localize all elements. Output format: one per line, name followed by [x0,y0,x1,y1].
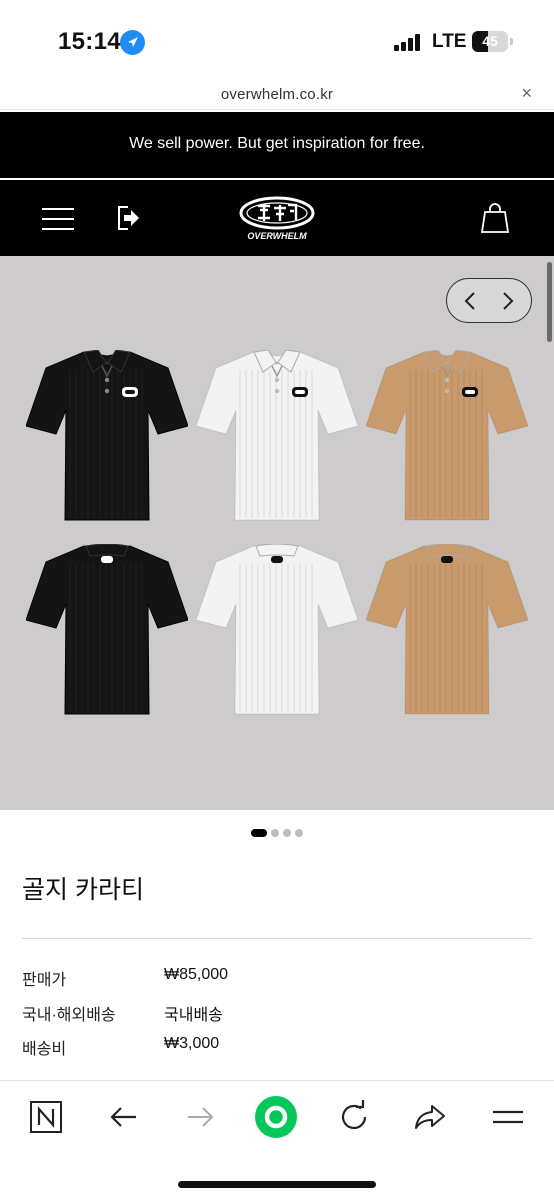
battery-tip [510,38,513,45]
shirt-front-2 [195,349,359,522]
network-type: LTE [432,31,467,52]
shirt-front-1 [25,349,189,522]
status-time: 15:14 [58,28,121,55]
back-arrow-icon[interactable] [104,1097,144,1137]
login-arrow-icon[interactable] [116,204,142,232]
logo-wordmark: OVERWHELM [247,231,307,241]
price-label: 판매가 [22,972,67,989]
location-arrow-icon [120,30,145,55]
menu-icon[interactable] [488,1097,528,1137]
hamburger-menu-icon[interactable] [42,208,74,230]
shipping-fee-label: 배송비 [22,1041,67,1058]
shirt-back-1 [25,543,189,716]
signal-strength-icon [394,33,424,51]
carousel-pagination [0,824,554,837]
info-divider [22,938,532,939]
shirt-back-3 [365,543,529,716]
announcement-bar: We sell power. But get inspiration for f… [0,112,554,178]
shipping-label: 국내·해외배송 [22,1007,116,1024]
battery-icon: 45 [472,31,508,52]
home-indicator [178,1181,376,1188]
price-value: ₩85,000 [164,966,229,983]
product-title: 골지 카라티 [22,876,144,904]
chevron-right-icon[interactable] [495,289,519,313]
shopping-bag-icon[interactable] [480,202,510,234]
status-bar: 15:14 LTE 45 [0,0,554,80]
overwhelm-logo[interactable]: OVERWHELM [236,194,318,242]
shipping-value: 국내배송 [164,1007,223,1024]
site-header: OVERWHELM [0,180,554,256]
product-image-carousel[interactable] [0,256,554,810]
info-row-price: 판매가 ₩85,000 [22,966,532,990]
naver-green-button-icon[interactable] [254,1095,298,1139]
shipping-fee-value: ₩3,000 [164,1035,220,1052]
share-icon[interactable] [410,1097,450,1137]
url-text[interactable]: overwhelm.co.kr [0,86,554,103]
naver-n-icon[interactable] [26,1097,66,1137]
info-row-shipping: 국내·해외배송 국내배송 [22,1001,532,1025]
carousel-arrows [446,278,532,323]
carousel-dot[interactable] [295,828,303,837]
carousel-dot[interactable] [283,828,291,837]
browser-url-bar[interactable]: overwhelm.co.kr × [0,80,554,110]
refresh-icon[interactable] [334,1097,374,1137]
info-row-shipping-fee: 배송비 ₩3,000 [22,1035,532,1059]
shirt-back-2 [195,543,359,716]
close-icon[interactable]: × [521,83,532,104]
carousel-dot[interactable] [251,828,267,837]
shirt-front-3 [365,349,529,522]
chevron-left-icon[interactable] [459,289,483,313]
page-scrollbar[interactable] [547,262,552,342]
battery-level: 45 [482,33,498,49]
carousel-dot[interactable] [271,828,279,837]
forward-arrow-icon[interactable] [180,1097,220,1137]
